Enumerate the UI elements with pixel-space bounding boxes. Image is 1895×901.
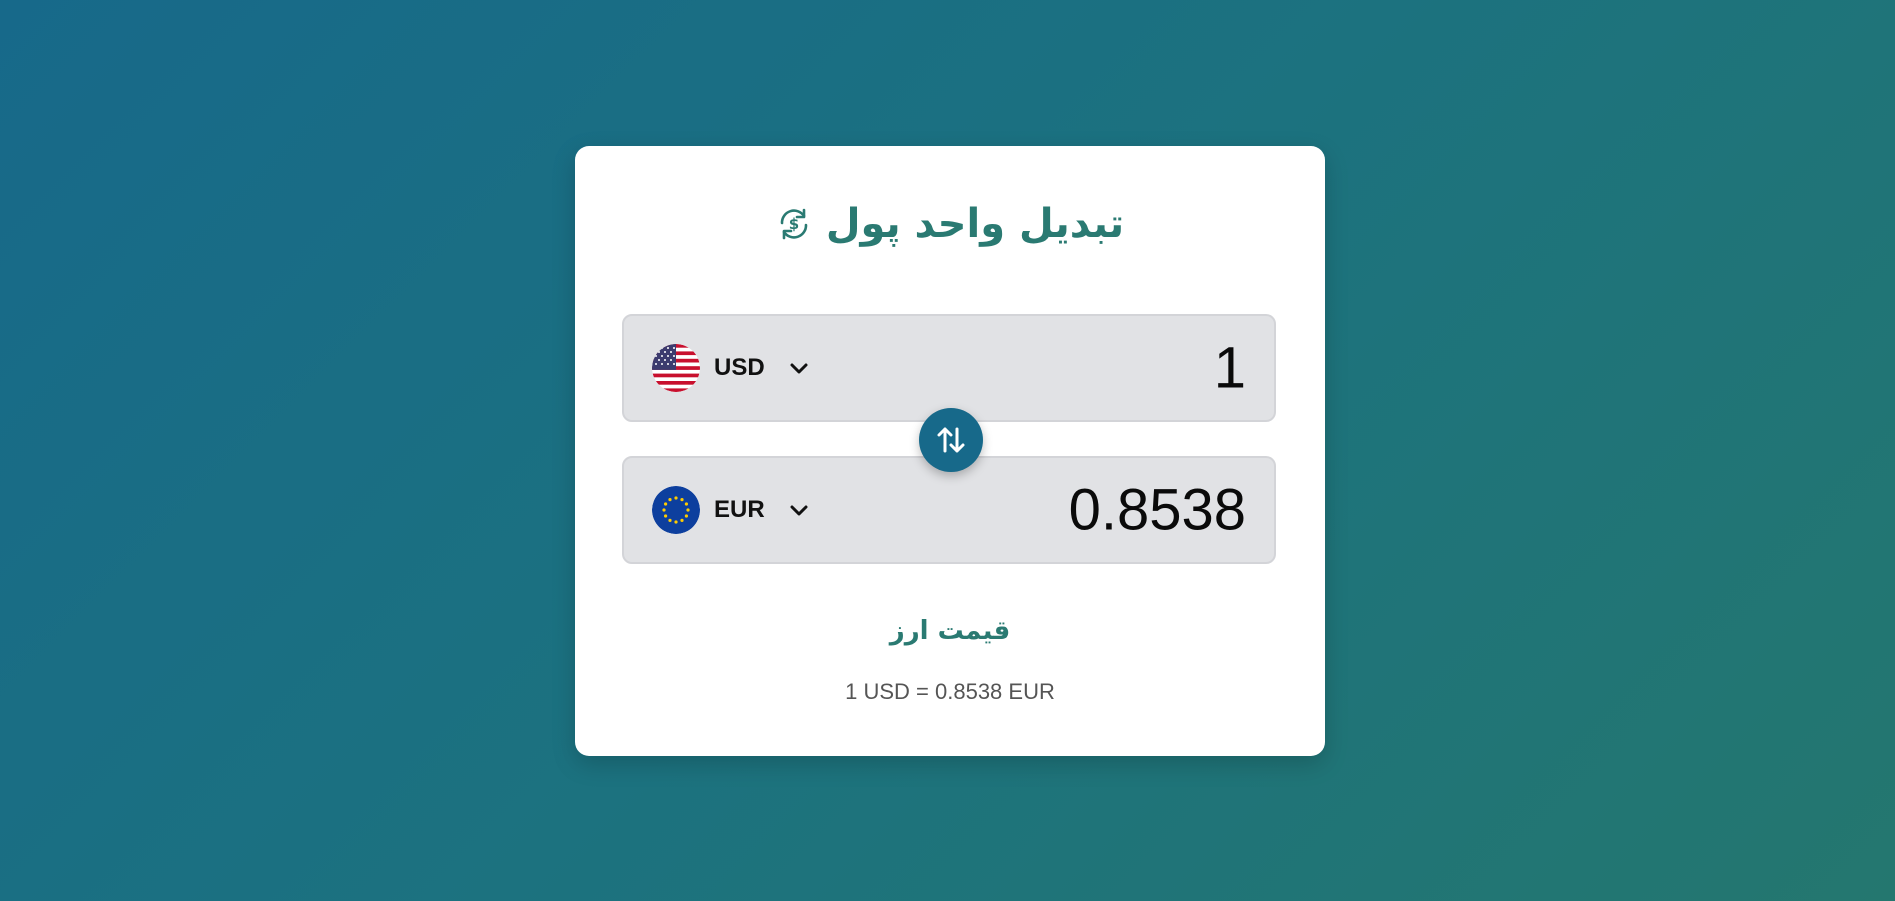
page-title: تبدیل واحد پول	[825, 201, 1125, 247]
to-currency-select[interactable]: EUR	[652, 486, 810, 534]
to-currency-code: EUR	[714, 496, 765, 523]
rate-heading: قیمت ارز	[889, 616, 1011, 646]
from-currency-field: USD	[622, 314, 1276, 422]
chevron-down-icon	[790, 505, 808, 516]
from-currency-select[interactable]: USD	[652, 344, 810, 392]
to-amount-input[interactable]	[886, 476, 1246, 544]
title-row: تبدیل واحد پول $	[575, 204, 1325, 244]
from-currency-code: USD	[714, 354, 765, 381]
to-currency-field: EUR	[622, 456, 1276, 564]
eu-flag-icon	[652, 486, 700, 534]
swap-button[interactable]	[919, 408, 983, 472]
us-flag-icon	[652, 344, 700, 392]
currency-exchange-icon: $	[780, 208, 808, 240]
swap-arrows-icon	[937, 427, 965, 453]
chevron-down-icon	[790, 363, 808, 374]
from-amount-input[interactable]	[886, 334, 1246, 402]
svg-text:$: $	[789, 215, 799, 233]
converter-card: تبدیل واحد پول $ USD 1 EUR 0.8538 قیمت ا…	[575, 146, 1325, 756]
rate-text: 1 USD = 0.8538 EUR	[845, 679, 1055, 704]
